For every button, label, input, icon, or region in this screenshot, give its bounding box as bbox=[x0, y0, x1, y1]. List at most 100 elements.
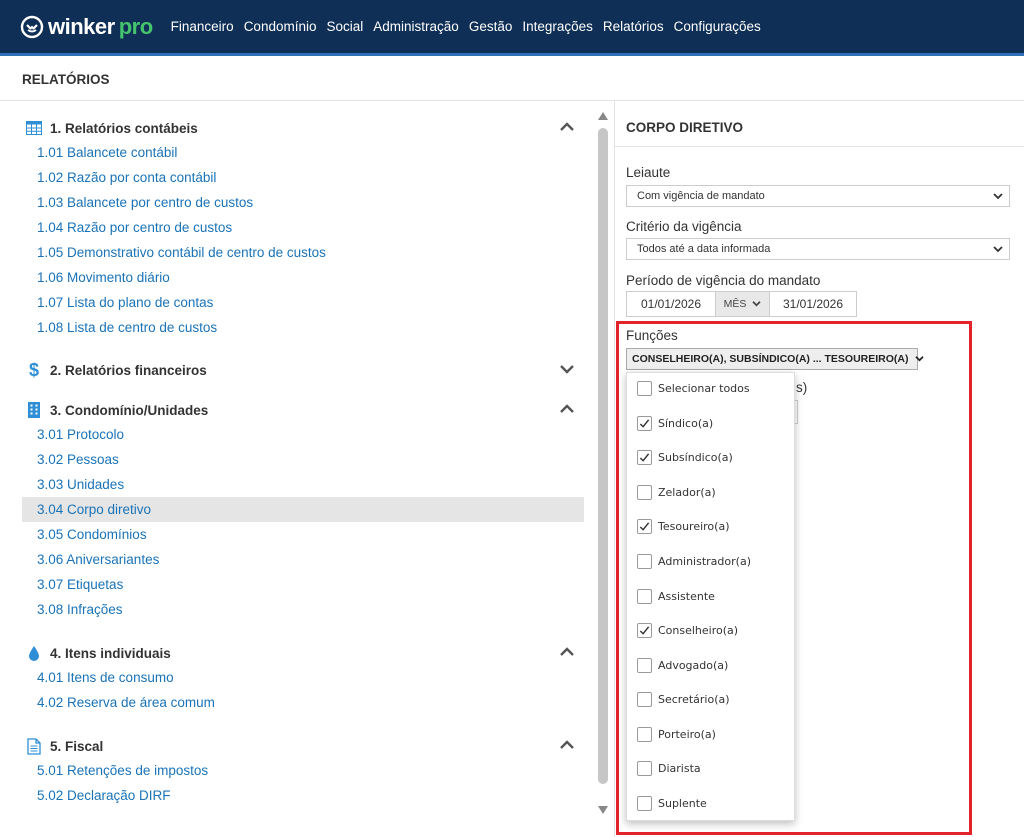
section-title: 5. Fiscal bbox=[50, 738, 104, 754]
checkbox[interactable] bbox=[637, 657, 652, 673]
option-label: Diarista bbox=[658, 761, 701, 775]
report-link[interactable]: 3.08 Infrações bbox=[22, 597, 584, 622]
document-icon bbox=[26, 737, 42, 755]
option-tesoureiro[interactable]: Tesoureiro(a) bbox=[637, 517, 730, 535]
date-end-input[interactable]: 31/01/2026 bbox=[769, 291, 857, 317]
criterio-select[interactable]: Todos até a data informada bbox=[626, 238, 1010, 260]
report-link[interactable]: 1.04 Razão por centro de custos bbox=[22, 215, 584, 240]
brand-suffix: pro bbox=[118, 13, 153, 39]
date-start-input[interactable]: 01/01/2026 bbox=[626, 291, 716, 317]
nav-gestao[interactable]: Gestão bbox=[469, 19, 513, 34]
option-sindico[interactable]: Síndico(a) bbox=[637, 414, 713, 432]
option-zelador[interactable]: Zelador(a) bbox=[637, 483, 716, 501]
option-administrador[interactable]: Administrador(a) bbox=[637, 552, 751, 570]
section-header[interactable]: $ 2. Relatórios financeiros bbox=[26, 358, 584, 382]
checkbox[interactable] bbox=[637, 588, 652, 604]
report-link[interactable]: 1.02 Razão por conta contábil bbox=[22, 165, 584, 190]
scroll-up-arrow-icon[interactable] bbox=[598, 112, 608, 120]
report-link[interactable]: 3.06 Aniversariantes bbox=[22, 547, 584, 572]
criterio-value: Todos até a data informada bbox=[637, 243, 771, 255]
report-link[interactable]: 5.01 Retenções de impostos bbox=[22, 758, 584, 783]
section-title: 1. Relatórios contábeis bbox=[50, 120, 198, 136]
option-porteiro[interactable]: Porteiro(a) bbox=[637, 725, 716, 743]
section-itens-individuais: 4. Itens individuais 4.01 Itens de consu… bbox=[22, 641, 584, 715]
report-link[interactable]: 3.02 Pessoas bbox=[22, 447, 584, 472]
option-label: Conselheiro(a) bbox=[658, 623, 739, 637]
brand-logo[interactable]: winker pro bbox=[20, 14, 153, 40]
report-link[interactable]: 5.02 Declaração DIRF bbox=[22, 783, 584, 808]
checkbox[interactable] bbox=[637, 691, 652, 707]
option-assistente[interactable]: Assistente bbox=[637, 587, 715, 605]
building-icon bbox=[26, 402, 42, 418]
option-advogado[interactable]: Advogado(a) bbox=[637, 656, 728, 674]
leiaute-select[interactable]: Com vigência de mandato bbox=[626, 185, 1010, 207]
option-conselheiro[interactable]: Conselheiro(a) bbox=[637, 621, 738, 639]
chevron-up-icon[interactable] bbox=[560, 404, 574, 414]
option-diarista[interactable]: Diarista bbox=[637, 759, 701, 777]
option-suplente[interactable]: Suplente bbox=[637, 794, 707, 812]
funcoes-dropdown: Selecionar todos Síndico(a) Subsíndico(a… bbox=[626, 372, 795, 821]
menu-scrollbar[interactable] bbox=[597, 110, 609, 822]
option-label: Porteiro(a) bbox=[658, 727, 716, 741]
chevron-up-icon[interactable] bbox=[560, 740, 574, 750]
nav-relatorios[interactable]: Relatórios bbox=[603, 19, 664, 34]
chevron-up-icon[interactable] bbox=[560, 122, 574, 132]
report-link[interactable]: 4.01 Itens de consumo bbox=[22, 665, 584, 690]
nav-configuracoes[interactable]: Configurações bbox=[674, 19, 761, 34]
nav-integracoes[interactable]: Integrações bbox=[522, 19, 593, 34]
report-link[interactable]: 1.08 Lista de centro de custos bbox=[22, 315, 584, 340]
check-icon bbox=[639, 625, 650, 635]
section-header[interactable]: 4. Itens individuais bbox=[26, 641, 584, 665]
check-icon bbox=[639, 521, 650, 531]
checkbox[interactable] bbox=[637, 553, 652, 569]
section-header[interactable]: 5. Fiscal bbox=[26, 734, 584, 758]
check-icon bbox=[639, 418, 650, 428]
chevron-down-icon[interactable] bbox=[560, 364, 574, 374]
title-divider bbox=[0, 100, 1024, 101]
chevron-up-icon[interactable] bbox=[560, 647, 574, 657]
option-label: Síndico(a) bbox=[658, 416, 714, 430]
report-link[interactable]: 3.01 Protocolo bbox=[22, 422, 584, 447]
checkbox[interactable] bbox=[637, 726, 652, 742]
period-unit-label: MÊS bbox=[723, 298, 747, 310]
option-subsindico[interactable]: Subsíndico(a) bbox=[637, 448, 733, 466]
nav-condominio[interactable]: Condomínio bbox=[244, 19, 317, 34]
nav-social[interactable]: Social bbox=[326, 19, 363, 34]
checkbox[interactable] bbox=[637, 760, 652, 776]
spreadsheet-icon bbox=[26, 120, 42, 136]
report-link[interactable]: 4.02 Reserva de área comum bbox=[22, 690, 584, 715]
report-link[interactable]: 1.07 Lista do plano de contas bbox=[22, 290, 584, 315]
scroll-down-arrow-icon[interactable] bbox=[598, 806, 608, 814]
report-link[interactable]: 3.07 Etiquetas bbox=[22, 572, 584, 597]
report-link[interactable]: 1.05 Demonstrativo contábil de centro de… bbox=[22, 240, 584, 265]
option-label: Secretário(a) bbox=[658, 692, 730, 706]
report-link[interactable]: 3.03 Unidades bbox=[22, 472, 584, 497]
main-nav: Financeiro Condomínio Social Administraç… bbox=[171, 19, 771, 34]
nav-financeiro[interactable]: Financeiro bbox=[171, 19, 234, 34]
option-label: Selecionar todos bbox=[658, 381, 750, 395]
winker-logo-icon bbox=[20, 15, 44, 38]
checkbox-checked[interactable] bbox=[637, 415, 652, 431]
checkbox[interactable] bbox=[637, 380, 652, 396]
section-relatorios-financeiros: $ 2. Relatórios financeiros bbox=[22, 358, 584, 382]
checkbox-checked[interactable] bbox=[637, 622, 652, 638]
top-navbar: winker pro Financeiro Condomínio Social … bbox=[0, 0, 1024, 56]
report-link[interactable]: 1.03 Balancete por centro de custos bbox=[22, 190, 584, 215]
section-header[interactable]: 3. Condomínio/Unidades bbox=[26, 398, 584, 422]
section-header[interactable]: 1. Relatórios contábeis bbox=[26, 116, 584, 140]
report-link[interactable]: 3.05 Condomínios bbox=[22, 522, 584, 547]
checkbox[interactable] bbox=[637, 795, 652, 811]
report-link[interactable]: 1.06 Movimento diário bbox=[22, 265, 584, 290]
period-unit-button[interactable]: MÊS bbox=[715, 291, 770, 317]
scroll-thumb[interactable] bbox=[598, 128, 608, 784]
option-select-all[interactable]: Selecionar todos bbox=[637, 379, 750, 397]
reports-menu: 1. Relatórios contábeis 1.01 Balancete c… bbox=[22, 108, 592, 837]
report-link-active[interactable]: 3.04 Corpo diretivo bbox=[22, 497, 584, 522]
option-secretario[interactable]: Secretário(a) bbox=[637, 690, 730, 708]
section-relatorios-contabeis: 1. Relatórios contábeis 1.01 Balancete c… bbox=[22, 116, 584, 340]
checkbox-checked[interactable] bbox=[637, 518, 652, 534]
checkbox-checked[interactable] bbox=[637, 449, 652, 465]
checkbox[interactable] bbox=[637, 484, 652, 500]
nav-administracao[interactable]: Administração bbox=[373, 19, 459, 34]
report-link[interactable]: 1.01 Balancete contábil bbox=[22, 140, 584, 165]
